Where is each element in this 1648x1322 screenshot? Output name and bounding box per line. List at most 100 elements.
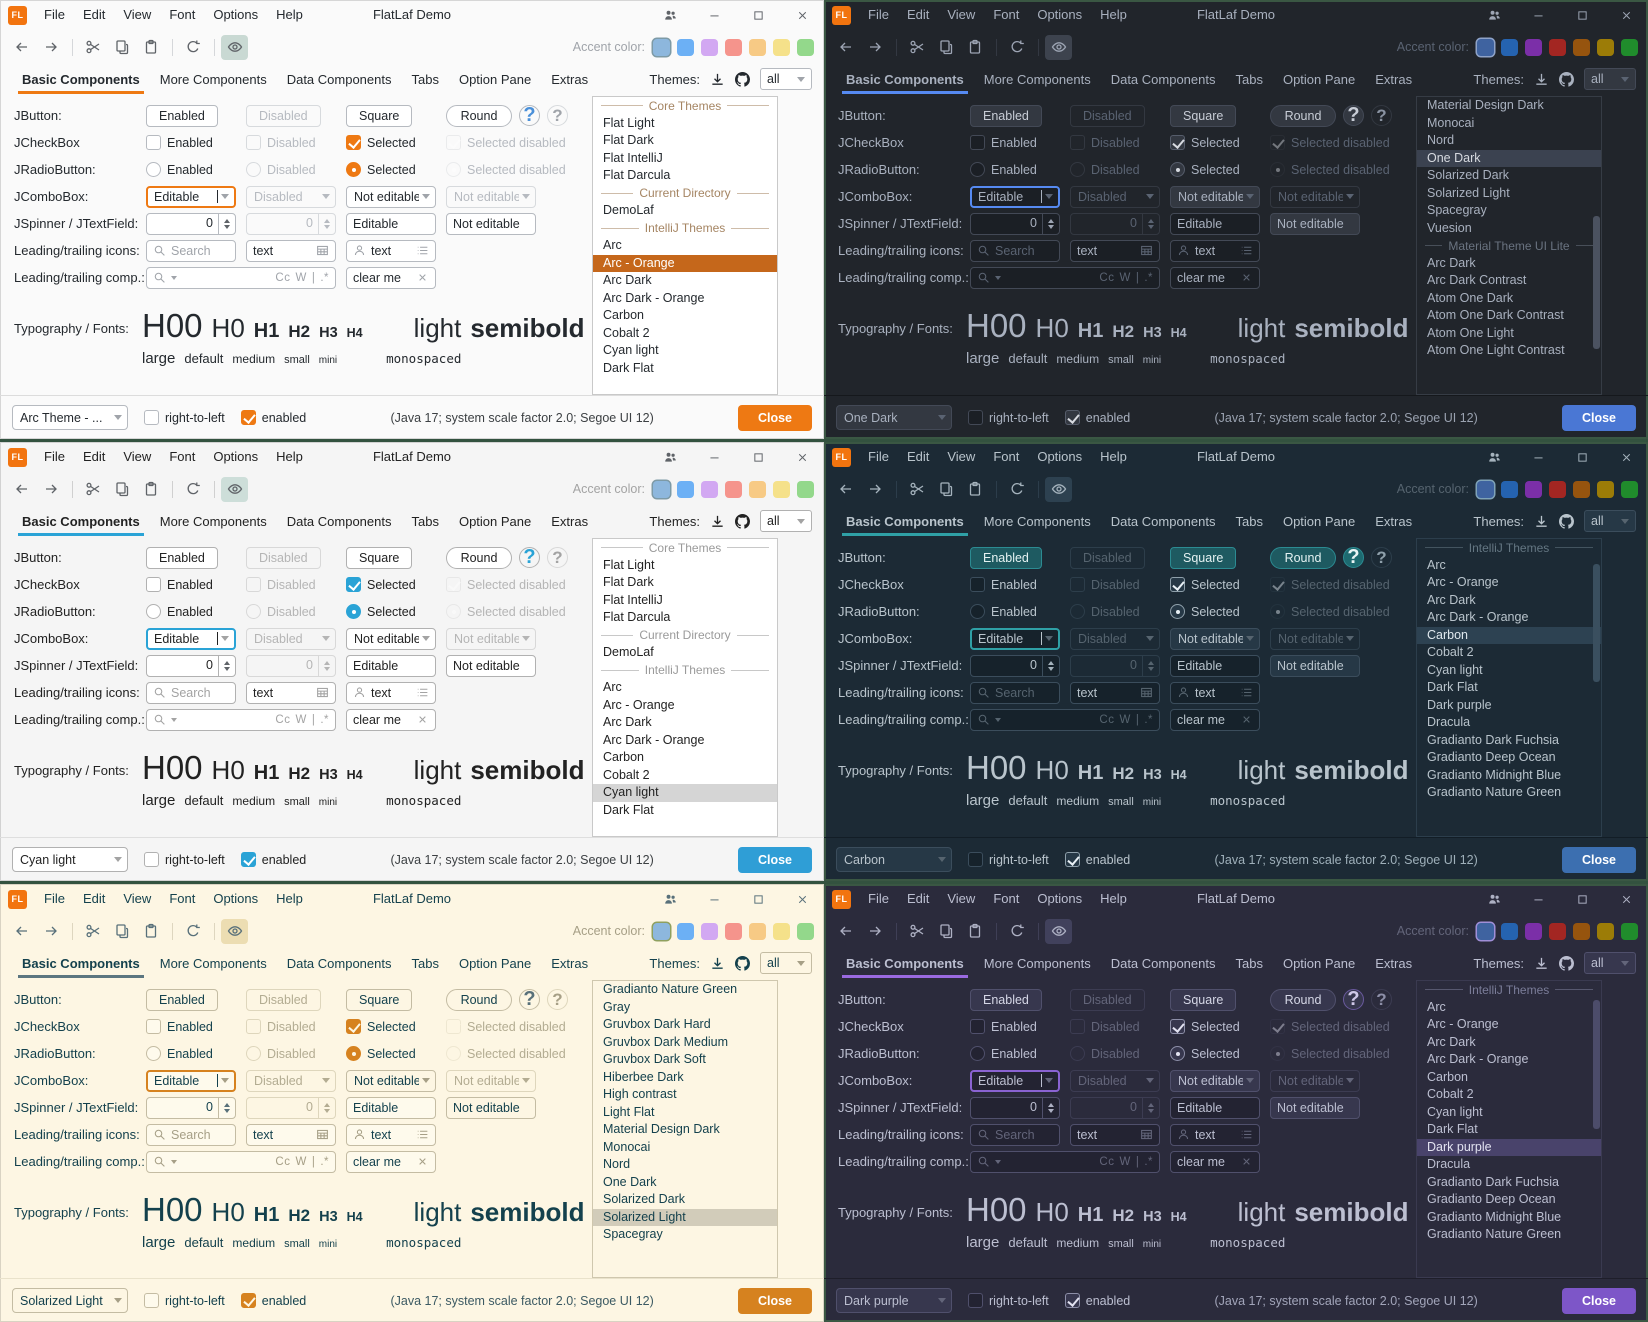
square-button[interactable]: Square — [346, 105, 412, 127]
theme-list-item[interactable]: Cobalt 2 — [1417, 644, 1601, 662]
download-icon[interactable] — [1534, 72, 1549, 87]
theme-list-item[interactable]: Hiberbee Dark — [593, 1069, 777, 1087]
theme-list-item[interactable]: Gray — [593, 999, 777, 1017]
round-button[interactable]: Round — [446, 105, 512, 127]
users-icon[interactable] — [1472, 442, 1516, 472]
theme-combobox[interactable]: Dark purple — [836, 1288, 952, 1313]
theme-list-item[interactable]: Spacegray — [593, 1226, 777, 1244]
copy-button[interactable] — [108, 919, 135, 944]
search-field[interactable] — [970, 240, 1060, 262]
copy-button[interactable] — [932, 35, 959, 60]
users-icon[interactable] — [1472, 0, 1516, 30]
cut-button[interactable] — [79, 919, 106, 944]
tab-tabs[interactable]: Tabs — [1225, 64, 1272, 94]
menu-view[interactable]: View — [938, 0, 984, 30]
spinner[interactable]: 0 — [146, 655, 236, 677]
search-field-with-options[interactable]: Cc W | .* — [970, 709, 1160, 731]
theme-list-item[interactable]: Arc Dark Contrast — [1417, 272, 1601, 290]
match-case-option[interactable]: Cc — [275, 714, 290, 726]
search-input[interactable] — [171, 1128, 229, 1142]
minimize-button[interactable] — [692, 0, 736, 30]
spinner-arrows[interactable] — [1042, 1098, 1059, 1118]
menu-edit[interactable]: Edit — [898, 0, 938, 30]
spinner-arrows[interactable] — [1042, 214, 1059, 234]
tab-basic-components[interactable]: Basic Components — [836, 506, 974, 536]
round-button[interactable]: Round — [446, 989, 512, 1011]
theme-list-item[interactable]: Arc - Orange — [593, 697, 777, 715]
theme-list-item[interactable]: Atom One Dark — [1417, 290, 1601, 308]
help-button[interactable]: ? — [519, 989, 540, 1010]
theme-combobox[interactable]: Solarized Light — [12, 1288, 128, 1313]
match-case-option[interactable]: Cc — [275, 272, 290, 284]
tab-data-components[interactable]: Data Components — [277, 506, 402, 536]
checkbox-selected[interactable]: Selected — [346, 135, 442, 150]
editable-textfield[interactable]: Editable — [346, 1097, 436, 1119]
users-icon[interactable] — [1472, 884, 1516, 914]
theme-list-item[interactable]: Flat Light — [593, 115, 777, 133]
theme-list-item[interactable]: Arc Dark — [1417, 592, 1601, 610]
radio-enabled[interactable]: Enabled — [970, 162, 1066, 177]
radio-selected[interactable]: Selected — [346, 162, 442, 177]
themes-filter-combobox[interactable]: all — [760, 952, 812, 974]
enabled-button[interactable]: Enabled — [146, 105, 218, 127]
theme-list-item[interactable]: Cyan light — [593, 784, 777, 802]
close-button[interactable]: Close — [1562, 1288, 1636, 1314]
copy-button[interactable] — [932, 477, 959, 502]
menu-file[interactable]: File — [35, 0, 74, 30]
help-button[interactable]: ? — [519, 105, 540, 126]
spinner[interactable]: 0 — [970, 655, 1060, 677]
radio-enabled[interactable]: Enabled — [970, 1046, 1066, 1061]
menu-options[interactable]: Options — [1028, 884, 1091, 914]
theme-list-item[interactable]: Arc — [593, 679, 777, 697]
help-button-secondary[interactable]: ? — [547, 547, 568, 568]
theme-list-item[interactable]: Dark purple — [1417, 697, 1601, 715]
theme-list-item[interactable]: Arc — [1417, 557, 1601, 575]
match-case-option[interactable]: Cc — [275, 1156, 290, 1168]
editable-textfield[interactable]: Editable — [1170, 213, 1260, 235]
search-field-with-options[interactable]: Cc W | .* — [970, 267, 1160, 289]
theme-list-item[interactable]: One Dark — [593, 1174, 777, 1192]
accent-swatch[interactable] — [1549, 481, 1566, 498]
theme-list-item[interactable]: Flat Darcula — [593, 167, 777, 185]
menu-help[interactable]: Help — [1091, 0, 1136, 30]
radio-selected[interactable]: Selected — [1170, 162, 1266, 177]
clearable-field[interactable]: clear me — [1170, 267, 1260, 289]
theme-list-item[interactable]: Dark purple — [1417, 1139, 1601, 1157]
menu-view[interactable]: View — [114, 442, 160, 472]
theme-list-item[interactable]: Flat Darcula — [593, 609, 777, 627]
match-case-option[interactable]: Cc — [1099, 1156, 1114, 1168]
theme-list-item[interactable]: Material Design Dark — [1417, 97, 1601, 115]
theme-list-item[interactable]: Arc - Orange — [1417, 1016, 1601, 1034]
accent-swatch[interactable] — [1477, 923, 1494, 940]
menu-edit[interactable]: Edit — [898, 442, 938, 472]
theme-list-item[interactable]: Spacegray — [1417, 202, 1601, 220]
accent-swatch[interactable] — [797, 39, 814, 56]
back-button[interactable] — [832, 35, 859, 60]
theme-list-item[interactable]: Gradianto Dark Fuchsia — [1417, 1174, 1601, 1192]
checkbox-enabled[interactable]: Enabled — [970, 577, 1066, 592]
tab-data-components[interactable]: Data Components — [1101, 506, 1226, 536]
theme-list-item[interactable]: Vuesion — [1417, 220, 1601, 238]
editable-textfield[interactable]: Editable — [1170, 1097, 1260, 1119]
theme-list-item[interactable]: Gradianto Midnight Blue — [1417, 1209, 1601, 1227]
theme-list-item[interactable]: Flat Light — [593, 557, 777, 575]
theme-list-item[interactable]: Gradianto Nature Green — [593, 981, 777, 999]
github-icon[interactable] — [1559, 514, 1574, 529]
theme-list-item[interactable]: Gradianto Nature Green — [1417, 1226, 1601, 1244]
checkbox-selected[interactable]: Selected — [346, 577, 442, 592]
text-field-user-list-icons[interactable]: text — [1170, 1124, 1260, 1146]
theme-list-item[interactable]: One Dark — [1417, 150, 1601, 168]
text-field-user-list-icons[interactable]: text — [1170, 240, 1260, 262]
accent-swatch[interactable] — [1621, 923, 1638, 940]
theme-list-item[interactable]: Arc Dark — [1417, 1034, 1601, 1052]
download-icon[interactable] — [1534, 956, 1549, 971]
editable-combobox[interactable]: Editable — [146, 628, 236, 650]
radio-selected[interactable]: Selected — [1170, 604, 1266, 619]
tab-more-components[interactable]: More Components — [974, 64, 1101, 94]
theme-list-item[interactable]: Solarized Dark — [1417, 167, 1601, 185]
clear-x-icon[interactable] — [1240, 1155, 1253, 1168]
theme-combobox[interactable]: One Dark — [836, 405, 952, 430]
editable-combobox[interactable]: Editable — [970, 186, 1060, 208]
theme-list-item[interactable]: Carbon — [593, 749, 777, 767]
search-input[interactable] — [171, 686, 229, 700]
